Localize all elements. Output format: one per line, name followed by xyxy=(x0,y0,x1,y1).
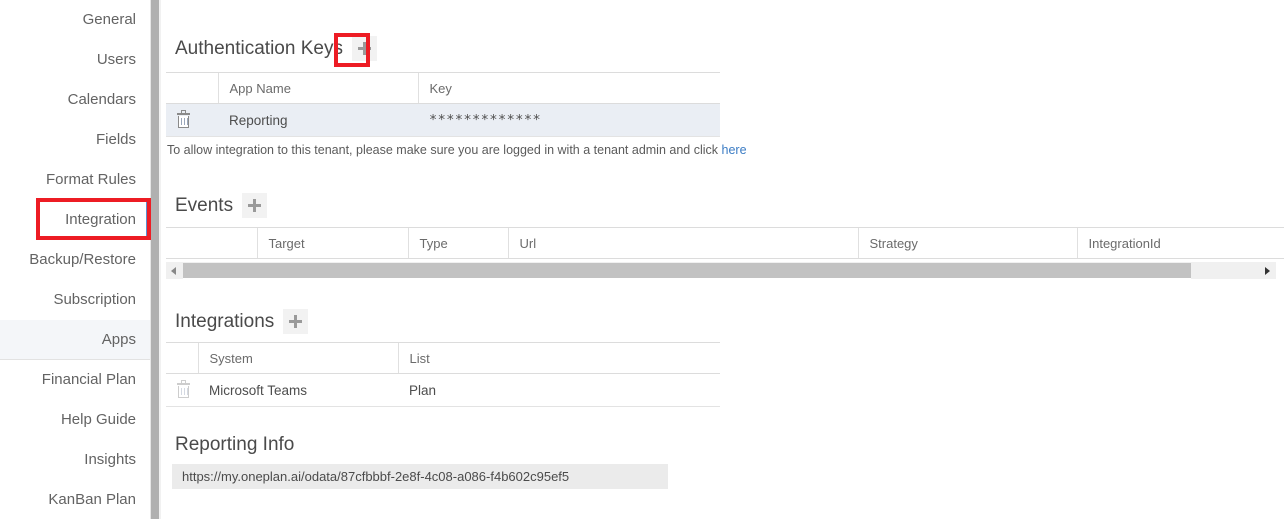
auth-keys-row-app-name: Reporting xyxy=(218,103,418,137)
table-header-row: System List xyxy=(166,342,720,374)
integrations-row-delete-cell xyxy=(166,373,198,407)
events-title: Events xyxy=(175,194,234,216)
events-add-button[interactable] xyxy=(242,193,268,218)
auth-keys-hint-text: To allow integration to this tenant, ple… xyxy=(167,143,722,157)
settings-sidebar: General Users Calendars Fields Format Ru… xyxy=(0,0,151,519)
integrations-col-list: List xyxy=(397,342,720,374)
sidebar-item-apps[interactable]: Apps xyxy=(0,320,150,360)
events-header: Events xyxy=(175,193,268,218)
scroll-right-arrow-icon[interactable] xyxy=(1259,261,1276,279)
sidebar-item-label: Users xyxy=(96,51,136,68)
integrations-col-system: System xyxy=(197,342,398,374)
auth-keys-col-app-name: App Name xyxy=(217,72,418,104)
auth-keys-header: Authentication Keys xyxy=(175,36,377,61)
auth-keys-add-button[interactable] xyxy=(351,36,377,61)
reporting-info-title: Reporting Info xyxy=(175,434,295,455)
sidebar-item-insights[interactable]: Insights xyxy=(0,440,150,480)
sidebar-item-label: Calendars xyxy=(67,91,136,108)
events-col-url: Url xyxy=(507,227,858,259)
auth-keys-row-delete-cell xyxy=(166,103,218,137)
events-col-type: Type xyxy=(407,227,508,259)
events-scrollbar-track[interactable] xyxy=(1191,261,1259,279)
sidebar-item-integration[interactable]: Integration xyxy=(0,200,150,240)
table-header-row: App Name Key xyxy=(166,72,720,104)
auth-keys-col-key: Key xyxy=(417,72,720,104)
delete-icon[interactable] xyxy=(177,109,190,128)
auth-keys-hint-link[interactable]: here xyxy=(722,143,747,157)
sidebar-item-label: Backup/Restore xyxy=(29,251,136,268)
sidebar-item-label: Help Guide xyxy=(60,411,136,428)
integrations-table: System List Microsoft Teams Plan xyxy=(166,342,720,407)
auth-keys-table: App Name Key Reporting ************* xyxy=(166,72,720,137)
sidebar-item-fields[interactable]: Fields xyxy=(0,120,150,160)
integrations-add-button[interactable] xyxy=(283,309,309,334)
auth-keys-col-actions xyxy=(166,72,218,104)
sidebar-item-label: Insights xyxy=(84,451,136,468)
integrations-col-actions xyxy=(166,342,198,374)
events-table: Target Type Url Strategy IntegrationId xyxy=(166,227,1284,259)
sidebar-item-general[interactable]: General xyxy=(0,0,150,40)
sidebar-item-label: Integration xyxy=(65,211,136,228)
events-col-actions xyxy=(166,227,257,259)
sidebar-item-label: Fields xyxy=(95,131,136,148)
delete-icon[interactable] xyxy=(177,379,190,398)
sidebar-item-subscription[interactable]: Subscription xyxy=(0,280,150,320)
integrations-header: Integrations xyxy=(175,309,309,334)
table-row[interactable]: Microsoft Teams Plan xyxy=(166,373,720,407)
app-window: General Users Calendars Fields Format Ru… xyxy=(0,0,1284,519)
sidebar-item-label: KanBan Plan xyxy=(48,491,136,508)
events-scrollbar-thumb[interactable] xyxy=(183,262,1191,278)
sidebar-item-financial-plan[interactable]: Financial Plan xyxy=(0,360,150,400)
events-col-integration-id: IntegrationId xyxy=(1076,227,1284,259)
sidebar-item-calendars[interactable]: Calendars xyxy=(0,80,150,120)
sidebar-item-label: General xyxy=(82,11,136,28)
table-header-row: Target Type Url Strategy IntegrationId xyxy=(166,227,1284,259)
sidebar-item-label: Financial Plan xyxy=(41,371,136,388)
sidebar-item-label: Subscription xyxy=(53,291,136,308)
reporting-odata-url[interactable]: https://my.oneplan.ai/odata/87cfbbbf-2e8… xyxy=(172,464,668,489)
sidebar-item-users[interactable]: Users xyxy=(0,40,150,80)
auth-keys-row-key: ************* xyxy=(418,103,720,137)
auth-keys-hint: To allow integration to this tenant, ple… xyxy=(167,143,747,157)
integrations-row-system: Microsoft Teams xyxy=(198,373,398,407)
sidebar-item-label: Format Rules xyxy=(45,171,136,188)
table-row[interactable]: Reporting ************* xyxy=(166,103,720,137)
scroll-left-arrow-icon[interactable] xyxy=(166,261,183,279)
sidebar-scrollbar-thumb[interactable] xyxy=(151,0,159,519)
sidebar-item-label: Apps xyxy=(101,331,136,348)
events-horizontal-scrollbar[interactable] xyxy=(166,261,1276,279)
auth-keys-title: Authentication Keys xyxy=(175,37,343,59)
reporting-info-header: Reporting Info xyxy=(175,434,294,456)
integration-settings-pane: Authentication Keys App Name Key Reporti… xyxy=(161,0,1284,519)
integrations-row-list: Plan xyxy=(398,373,720,407)
sidebar-item-format-rules[interactable]: Format Rules xyxy=(0,160,150,200)
sidebar-item-kanban-plan[interactable]: KanBan Plan xyxy=(0,480,150,519)
events-col-target: Target xyxy=(256,227,408,259)
events-col-strategy: Strategy xyxy=(857,227,1077,259)
sidebar-item-help-guide[interactable]: Help Guide xyxy=(0,400,150,440)
sidebar-item-backup-restore[interactable]: Backup/Restore xyxy=(0,240,150,280)
integrations-title: Integrations xyxy=(175,310,275,332)
